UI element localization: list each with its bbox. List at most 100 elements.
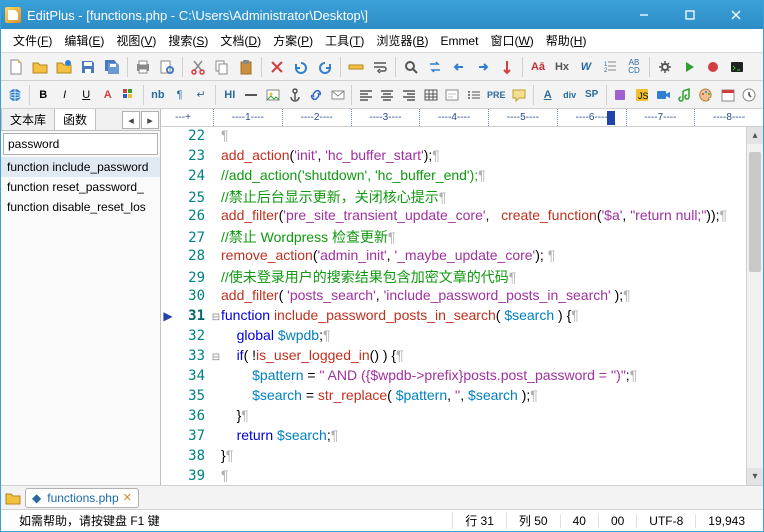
menu-P[interactable]: 方案(P) bbox=[267, 29, 319, 52]
code-line[interactable]: ▶31⊟function include_password_posts_in_s… bbox=[161, 307, 746, 327]
close-tab-icon[interactable]: ✕ bbox=[123, 491, 132, 504]
pre-icon[interactable]: PRE bbox=[485, 84, 507, 106]
form-icon[interactable] bbox=[442, 84, 462, 106]
code-line[interactable]: 33⊟ if( !is_user_logged_in() ) {¶ bbox=[161, 347, 746, 367]
print-preview-icon[interactable] bbox=[156, 56, 178, 78]
function-list-item[interactable]: function disable_reset_los bbox=[1, 197, 160, 217]
font-a-icon[interactable]: Aā bbox=[527, 56, 549, 78]
replace-icon[interactable] bbox=[424, 56, 446, 78]
sidebar-tab-prev-icon[interactable]: ◂ bbox=[122, 111, 140, 129]
code-line[interactable]: 22¶ bbox=[161, 127, 746, 147]
ruler-icon[interactable] bbox=[345, 56, 367, 78]
goto-line-icon[interactable] bbox=[496, 56, 518, 78]
paragraph-icon[interactable]: ¶ bbox=[170, 84, 190, 106]
code-line[interactable]: 34 $pattern = " AND ({$wpdb->prefix}post… bbox=[161, 367, 746, 387]
object-icon[interactable] bbox=[611, 84, 631, 106]
image-icon[interactable] bbox=[263, 84, 283, 106]
code-line[interactable]: 32 global $wpdb;¶ bbox=[161, 327, 746, 347]
menu-Emmet[interactable]: Emmet bbox=[434, 31, 484, 51]
date-icon[interactable] bbox=[718, 84, 738, 106]
menu-D[interactable]: 文档(D) bbox=[214, 29, 267, 52]
code-line[interactable]: 26add_filter('pre_site_transient_update_… bbox=[161, 207, 746, 227]
table-icon[interactable] bbox=[421, 84, 441, 106]
code-line[interactable]: 39¶ bbox=[161, 467, 746, 485]
find-prev-icon[interactable] bbox=[448, 56, 470, 78]
palette-icon[interactable] bbox=[697, 84, 717, 106]
terminal-icon[interactable] bbox=[726, 56, 748, 78]
menu-H[interactable]: 帮助(H) bbox=[540, 29, 593, 52]
paste-icon[interactable] bbox=[235, 56, 257, 78]
code-line[interactable]: 25//禁止后台显示更新，关闭核心提示¶ bbox=[161, 187, 746, 207]
font-color-icon[interactable]: A bbox=[98, 84, 118, 106]
code-line[interactable]: 38}¶ bbox=[161, 447, 746, 467]
a-tag-icon[interactable]: A bbox=[538, 84, 558, 106]
hr-icon[interactable] bbox=[242, 84, 262, 106]
comment-icon[interactable] bbox=[509, 84, 529, 106]
heading-icon[interactable]: HI bbox=[220, 84, 240, 106]
code-line[interactable]: 29//使未登录用户的搜索结果包含加密文章的代码¶ bbox=[161, 267, 746, 287]
function-filter-input[interactable] bbox=[3, 133, 158, 155]
play-icon[interactable] bbox=[678, 56, 700, 78]
menu-S[interactable]: 搜索(S) bbox=[162, 29, 214, 52]
menu-V[interactable]: 视图(V) bbox=[110, 29, 162, 52]
vertical-scrollbar[interactable]: ▴ ▾ bbox=[746, 127, 763, 485]
code-line[interactable]: 23add_action('init', 'hc_buffer_start');… bbox=[161, 147, 746, 167]
code-line[interactable]: 27//禁止 Wordpress 检查更新¶ bbox=[161, 227, 746, 247]
settings-icon[interactable] bbox=[654, 56, 676, 78]
menu-W[interactable]: 窗口(W) bbox=[484, 29, 539, 52]
script-icon[interactable]: JS bbox=[632, 84, 652, 106]
break-icon[interactable]: ↵ bbox=[191, 84, 211, 106]
mail-icon[interactable] bbox=[328, 84, 348, 106]
function-list-item[interactable]: function reset_password_ bbox=[1, 177, 160, 197]
abcd-icon[interactable]: AB CD bbox=[623, 56, 645, 78]
code-line[interactable]: 28remove_action('admin_init', '_maybe_up… bbox=[161, 247, 746, 267]
find-next-icon[interactable] bbox=[472, 56, 494, 78]
align-left-icon[interactable] bbox=[356, 84, 376, 106]
file-tab[interactable]: ◆ functions.php ✕ bbox=[25, 488, 139, 508]
save-all-icon[interactable] bbox=[101, 56, 123, 78]
wrap-w-icon[interactable]: W bbox=[575, 56, 597, 78]
code-line[interactable]: 35 $search = str_replace( $pattern, '', … bbox=[161, 387, 746, 407]
redo-icon[interactable] bbox=[314, 56, 336, 78]
scroll-thumb[interactable] bbox=[749, 152, 761, 272]
record-icon[interactable] bbox=[702, 56, 724, 78]
scroll-track[interactable] bbox=[747, 144, 763, 468]
anchor-icon[interactable] bbox=[285, 84, 305, 106]
code-line[interactable]: 24//add_action('shutdown', 'hc_buffer_en… bbox=[161, 167, 746, 187]
menu-F[interactable]: 文件(F) bbox=[7, 29, 58, 52]
undo-icon[interactable] bbox=[290, 56, 312, 78]
audio-icon[interactable] bbox=[675, 84, 695, 106]
line-number-icon[interactable]: 12 bbox=[599, 56, 621, 78]
save-icon[interactable] bbox=[77, 56, 99, 78]
nbsp-icon[interactable]: nb bbox=[148, 84, 168, 106]
close-button[interactable] bbox=[713, 2, 759, 28]
print-icon[interactable] bbox=[132, 56, 154, 78]
copy-icon[interactable] bbox=[211, 56, 233, 78]
sidebar-tab-functions[interactable]: 函数 bbox=[54, 109, 96, 130]
scroll-up-icon[interactable]: ▴ bbox=[747, 127, 763, 144]
span-icon[interactable]: SP bbox=[582, 84, 602, 106]
scroll-down-icon[interactable]: ▾ bbox=[747, 468, 763, 485]
find-icon[interactable] bbox=[400, 56, 422, 78]
bold-icon[interactable]: B bbox=[33, 84, 53, 106]
code-view[interactable]: 22¶23add_action('init', 'hc_buffer_start… bbox=[161, 127, 746, 485]
cut-icon[interactable] bbox=[187, 56, 209, 78]
underline-icon[interactable]: U bbox=[76, 84, 96, 106]
code-line[interactable]: 30add_filter( 'posts_search', 'include_p… bbox=[161, 287, 746, 307]
time-icon[interactable] bbox=[740, 84, 760, 106]
sidebar-tab-cliptext[interactable]: 文本库 bbox=[1, 109, 55, 130]
align-center-icon[interactable] bbox=[378, 84, 398, 106]
italic-icon[interactable]: I bbox=[55, 84, 75, 106]
ruler[interactable]: ---+ ----1--------2--------3--------4---… bbox=[161, 109, 763, 127]
function-list-item[interactable]: function include_password bbox=[1, 157, 160, 177]
maximize-button[interactable] bbox=[667, 2, 713, 28]
browser-icon[interactable] bbox=[5, 84, 25, 106]
hex-icon[interactable]: Hx bbox=[551, 56, 573, 78]
menu-B[interactable]: 浏览器(B) bbox=[370, 29, 434, 52]
menu-E[interactable]: 编辑(E) bbox=[58, 29, 110, 52]
minimize-button[interactable] bbox=[621, 2, 667, 28]
delete-icon[interactable] bbox=[266, 56, 288, 78]
directory-icon[interactable] bbox=[5, 490, 21, 506]
code-line[interactable]: 36 }¶ bbox=[161, 407, 746, 427]
align-right-icon[interactable] bbox=[399, 84, 419, 106]
